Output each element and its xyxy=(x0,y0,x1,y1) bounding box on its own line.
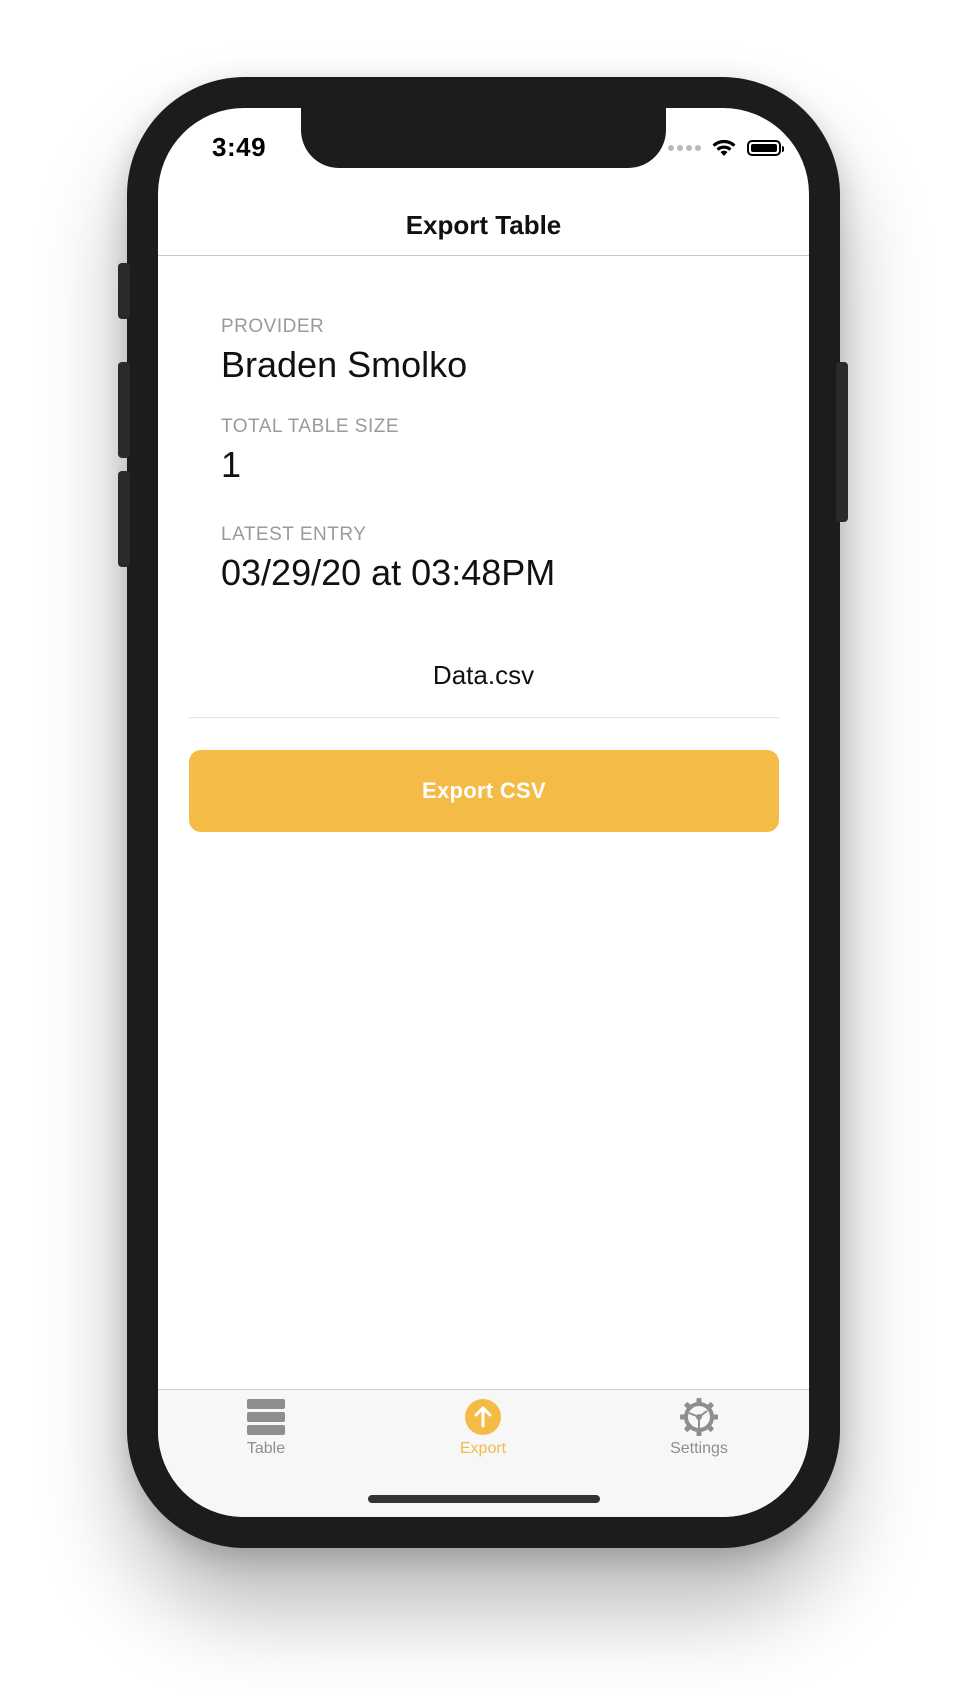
file-name: Data.csv xyxy=(432,660,535,690)
table-size-label: TOTAL TABLE SIZE xyxy=(221,416,399,437)
page-title: Export Table xyxy=(405,210,562,240)
tab-settings-label: Settings xyxy=(670,1440,728,1457)
table-icon xyxy=(247,1399,285,1435)
latest-entry-label: LATEST ENTRY xyxy=(221,524,367,545)
power-button xyxy=(836,362,848,522)
tab-table[interactable]: Table xyxy=(186,1398,346,1458)
gear-icon xyxy=(680,1398,718,1436)
export-icon xyxy=(465,1399,501,1435)
cellular-signal-icon xyxy=(668,145,701,151)
tab-settings[interactable]: Settings xyxy=(619,1398,779,1458)
navigation-bar: Export Table xyxy=(158,196,809,256)
status-icons xyxy=(668,138,784,158)
mute-switch xyxy=(118,263,130,319)
tab-table-label: Table xyxy=(246,1440,286,1457)
export-csv-button[interactable]: Export CSV xyxy=(189,750,779,832)
provider-label: PROVIDER xyxy=(221,316,325,337)
notch xyxy=(301,108,666,168)
divider xyxy=(189,717,779,718)
provider-value: Braden Smolko xyxy=(221,344,468,385)
table-size-value: 1 xyxy=(221,444,242,485)
volume-up-button xyxy=(118,362,130,458)
battery-icon xyxy=(747,140,784,156)
export-csv-button-label: Export CSV xyxy=(421,778,547,803)
home-indicator[interactable] xyxy=(368,1495,600,1503)
latest-entry-value: 03/29/20 at 03:48PM xyxy=(221,552,556,593)
tab-export[interactable]: Export xyxy=(403,1398,563,1458)
tab-export-label: Export xyxy=(459,1440,507,1457)
status-time: 3:49 xyxy=(212,132,267,162)
volume-down-button xyxy=(118,471,130,567)
app-screen: 3:49 Export Table PROVIDER Braden Smolko… xyxy=(158,108,809,1517)
wifi-icon xyxy=(712,139,736,156)
